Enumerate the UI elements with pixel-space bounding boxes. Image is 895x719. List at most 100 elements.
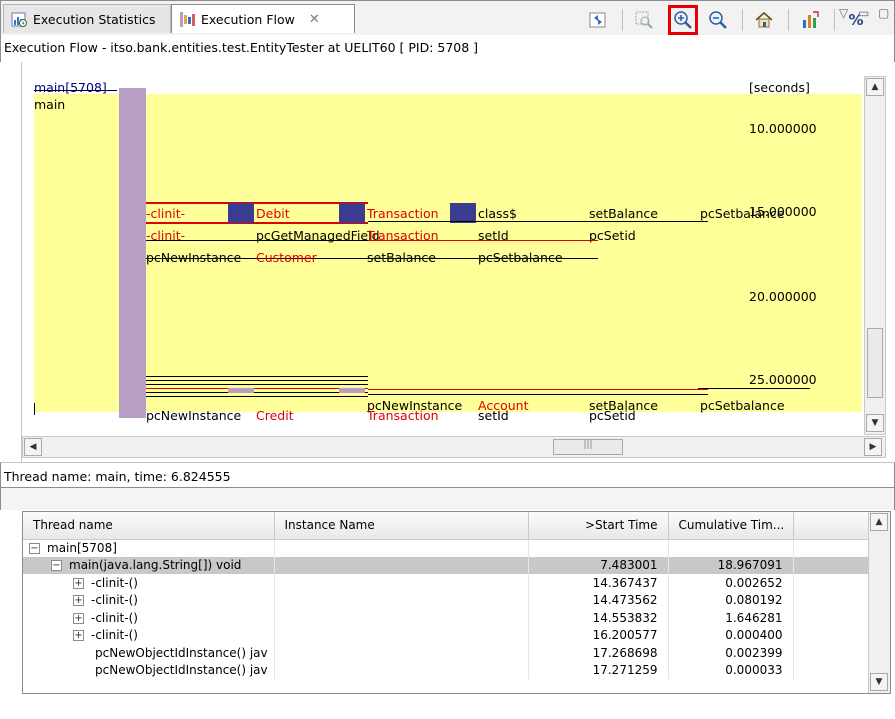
call-line bbox=[146, 396, 368, 397]
thread-name-cell: − main[5708] bbox=[23, 539, 275, 557]
execution-flow-panel: main[5708] main [seconds] 10.000000 15.0… bbox=[21, 62, 895, 462]
start-time-cell: 7.483001 bbox=[528, 556, 669, 574]
flow-vertical-scrollbar[interactable]: ▲ ▼ bbox=[864, 76, 886, 435]
expand-icon[interactable]: + bbox=[73, 595, 84, 607]
method-label[interactable]: setId bbox=[478, 228, 509, 243]
start-time-cell bbox=[528, 539, 669, 557]
vertical-scroll-thumb[interactable] bbox=[867, 328, 883, 398]
column-header-instance-name[interactable]: Instance Name bbox=[274, 512, 529, 540]
table-row[interactable]: pcNewObjectIdInstance() jav 17.271259 0.00… bbox=[23, 661, 870, 679]
method-label[interactable]: pcSetbalance bbox=[700, 206, 785, 221]
thread-name-text: -clinit-() bbox=[91, 628, 138, 643]
zoom-fit-icon[interactable] bbox=[633, 9, 655, 31]
method-label[interactable]: -clinit- bbox=[146, 206, 185, 221]
column-header-cumulative-time[interactable]: Cumulative Tim... bbox=[668, 512, 794, 540]
method-label[interactable]: Credit bbox=[256, 408, 294, 423]
scroll-right-icon[interactable]: ▶ bbox=[864, 438, 882, 456]
scroll-up-icon[interactable]: ▲ bbox=[866, 78, 884, 96]
table-row[interactable]: + -clinit-() 14.473562 0.080192 bbox=[23, 591, 870, 609]
column-header-thread-name[interactable]: Thread name bbox=[23, 512, 275, 540]
home-icon[interactable] bbox=[753, 9, 775, 31]
chart-icon[interactable] bbox=[799, 9, 821, 31]
scroll-down-icon[interactable]: ▼ bbox=[870, 673, 888, 691]
collapse-icon[interactable]: − bbox=[51, 560, 62, 572]
scroll-down-icon[interactable]: ▼ bbox=[866, 414, 884, 432]
thread-name-text: pcNewObjectIdInstance() jav bbox=[95, 645, 268, 660]
instance-name-cell bbox=[274, 626, 529, 644]
time-mark: 25.000000 bbox=[749, 372, 817, 387]
collapse-icon[interactable]: − bbox=[29, 543, 40, 554]
method-label[interactable]: Debit bbox=[256, 206, 290, 221]
method-label[interactable]: pcSetid bbox=[589, 228, 636, 243]
table-row[interactable]: − main[5708] bbox=[23, 539, 870, 557]
method-label[interactable]: setBalance bbox=[589, 206, 658, 221]
flow-horizontal-scrollbar[interactable]: ◀ ||| ▶ bbox=[22, 436, 886, 458]
cumulative-time-cell: 18.967091 bbox=[668, 556, 794, 574]
maximize-icon[interactable]: ▢ bbox=[878, 6, 889, 20]
tab-execution-flow[interactable]: Execution Flow ✕ bbox=[171, 4, 355, 33]
main-method-bar[interactable] bbox=[119, 88, 146, 418]
method-label[interactable]: Transaction bbox=[367, 228, 439, 243]
horizontal-scroll-thumb[interactable]: ||| bbox=[553, 439, 623, 455]
method-label[interactable]: Transaction bbox=[367, 408, 439, 423]
time-mark: 20.000000 bbox=[749, 289, 817, 304]
method-label[interactable]: pcSetbalance bbox=[478, 250, 563, 265]
method-label[interactable]: -clinit- bbox=[146, 228, 185, 243]
scroll-up-icon[interactable]: ▲ bbox=[870, 513, 888, 531]
method-label[interactable]: pcSetid bbox=[589, 408, 636, 423]
call-block[interactable] bbox=[228, 388, 254, 393]
instance-name-cell bbox=[274, 661, 529, 679]
cumulative-time-cell: 0.080192 bbox=[668, 591, 794, 609]
flow-diagram[interactable]: main[5708] main [seconds] 10.000000 15.0… bbox=[32, 76, 864, 435]
table-row[interactable]: + -clinit-() 14.553832 1.646281 bbox=[23, 609, 870, 627]
column-header-start-time[interactable]: >Start Time bbox=[528, 512, 669, 540]
execution-table: Thread name Instance Name >Start Time Cu… bbox=[22, 511, 891, 694]
call-line bbox=[146, 392, 368, 393]
thread-name-text: pcNewObjectIdInstance() jav bbox=[95, 663, 268, 678]
minimize-icon[interactable]: ▭ bbox=[858, 6, 869, 20]
view-title: Execution Flow - itso.bank.entities.test… bbox=[0, 35, 895, 62]
method-label[interactable]: class$ bbox=[478, 206, 517, 221]
call-block[interactable] bbox=[228, 203, 254, 223]
method-label[interactable]: Customer bbox=[256, 250, 317, 265]
method-label[interactable]: pcNewInstance bbox=[146, 250, 241, 265]
expand-icon[interactable]: + bbox=[73, 612, 84, 624]
thread-header[interactable]: main[5708] bbox=[34, 80, 107, 95]
thread-header-line bbox=[34, 90, 117, 91]
method-label[interactable]: setBalance bbox=[367, 250, 436, 265]
zoom-out-icon[interactable] bbox=[707, 9, 729, 31]
status-line: Thread name: main, time: 6.824555 bbox=[0, 462, 895, 488]
start-time-cell: 14.553832 bbox=[528, 609, 669, 627]
call-block[interactable] bbox=[339, 203, 365, 223]
table-row[interactable]: + -clinit-() 14.367437 0.002652 bbox=[23, 574, 870, 592]
call-block[interactable] bbox=[339, 388, 365, 393]
thread-name-cell: + -clinit-() bbox=[23, 591, 275, 609]
table-vertical-scrollbar[interactable]: ▲ ▼ bbox=[868, 512, 890, 693]
toolbar-separator bbox=[742, 9, 743, 31]
close-icon[interactable]: ✕ bbox=[309, 12, 320, 27]
scroll-left-icon[interactable]: ◀ bbox=[24, 438, 42, 456]
expand-icon[interactable]: + bbox=[73, 577, 84, 589]
table-row[interactable]: − main(java.lang.String[]) void 7.483001 18… bbox=[23, 556, 870, 574]
expand-icon[interactable]: + bbox=[73, 630, 84, 642]
method-label[interactable]: pcSetbalance bbox=[700, 398, 785, 413]
filler-cell bbox=[793, 609, 870, 627]
method-label[interactable]: setId bbox=[478, 408, 509, 423]
call-line bbox=[146, 202, 368, 204]
method-label[interactable]: pcGetManagedField bbox=[256, 228, 380, 243]
thread-name-cell: + -clinit-() bbox=[23, 574, 275, 592]
table-row[interactable]: pcNewObjectIdInstance() jav 17.268698 0.00… bbox=[23, 644, 870, 662]
thread-name-text: -clinit-() bbox=[91, 575, 138, 590]
call-line bbox=[368, 394, 708, 395]
method-label[interactable]: pcNewInstance bbox=[146, 408, 241, 423]
call-block[interactable] bbox=[450, 203, 476, 223]
instance-name-cell bbox=[274, 574, 529, 592]
method-label[interactable]: Transaction bbox=[367, 206, 439, 221]
view-menu-icon[interactable]: ▽ bbox=[839, 6, 848, 20]
zoom-in-button[interactable] bbox=[668, 5, 698, 35]
sync-icon[interactable] bbox=[587, 9, 609, 31]
sash-divider[interactable] bbox=[0, 488, 895, 510]
tab-execution-statistics[interactable]: Execution Statistics bbox=[3, 4, 171, 33]
table-row[interactable]: + -clinit-() 16.200577 0.000400 bbox=[23, 626, 870, 644]
toolbar-separator bbox=[788, 9, 789, 31]
